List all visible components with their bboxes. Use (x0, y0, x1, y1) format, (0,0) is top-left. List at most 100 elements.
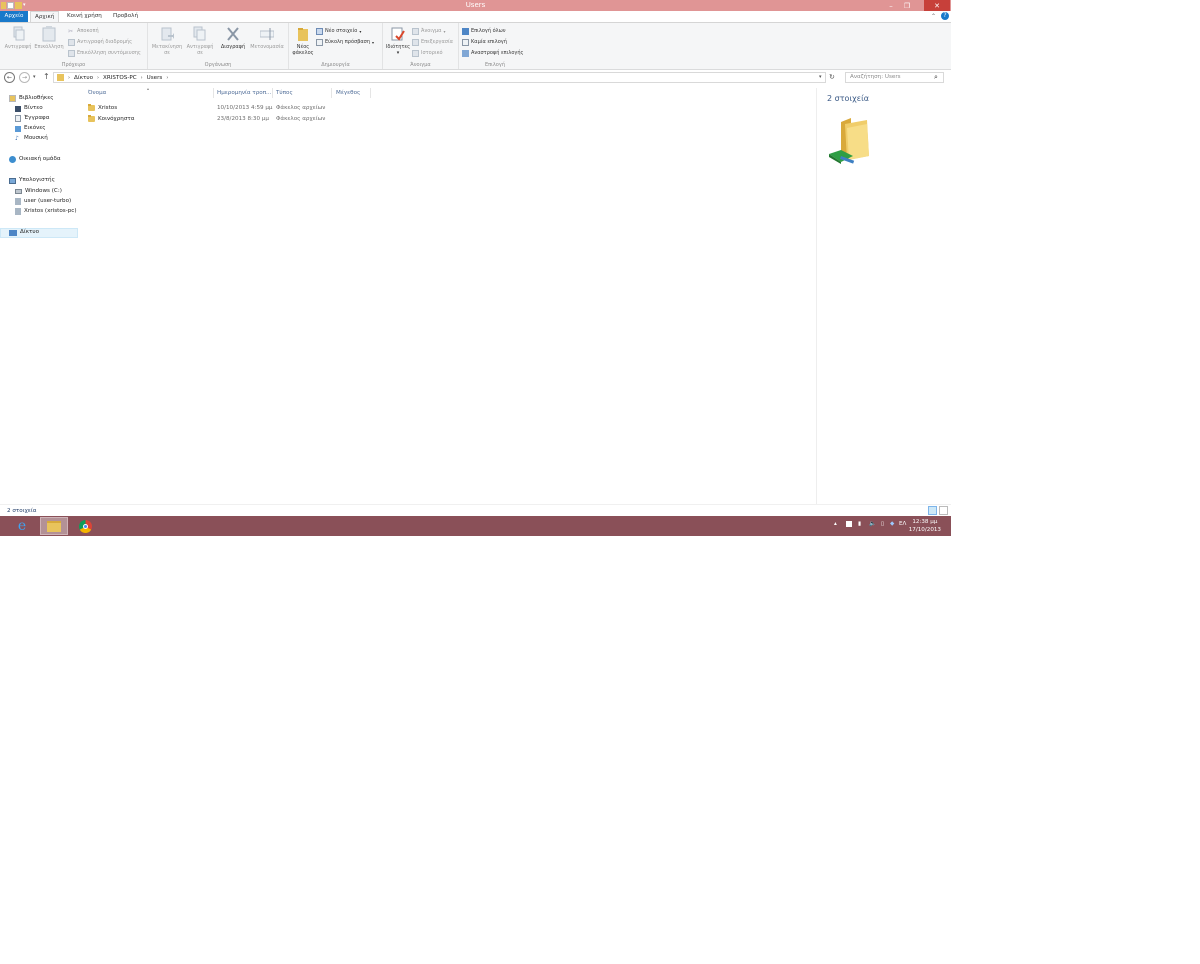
details-view-button[interactable] (928, 506, 937, 515)
breadcrumb-network[interactable]: Δίκτυο (74, 73, 93, 83)
column-divider[interactable] (370, 88, 371, 98)
column-header-size[interactable]: Μέγεθος (336, 90, 360, 96)
copy-to-icon (193, 26, 207, 42)
maximize-button[interactable]: ❐ (899, 0, 915, 11)
tab-share[interactable]: Κοινή χρήση (63, 11, 106, 22)
tab-view[interactable]: Προβολή (109, 11, 142, 22)
column-divider[interactable] (272, 88, 273, 98)
nav-item-pictures[interactable]: Εικόνες (15, 124, 46, 133)
address-bar[interactable]: › Δίκτυο › XRISTOS-PC › Users › (53, 72, 826, 83)
open-button[interactable]: Άνοιγμα ▾ (412, 27, 445, 36)
nav-item-user-turbo[interactable]: user (user-turbo) (15, 197, 71, 206)
file-name: Xristos (98, 105, 118, 111)
nav-item-libraries[interactable]: Βιβλιοθήκες (9, 94, 54, 103)
nav-item-computer[interactable]: Υπολογιστής (9, 176, 55, 185)
copy-to-button[interactable]: Αντιγραφή σε (184, 26, 216, 56)
taskbar-internet-explorer[interactable]: e (8, 517, 36, 535)
back-button[interactable]: ← (4, 72, 15, 83)
history-icon (412, 50, 419, 57)
address-dropdown-icon[interactable]: ▾ (819, 74, 822, 80)
action-center-flag-icon[interactable] (846, 521, 852, 527)
new-item-button[interactable]: Νέο στοιχείο ▾ (316, 27, 361, 36)
input-language[interactable]: ΕΛ (899, 521, 906, 527)
edit-button[interactable]: Επεξεργασία (412, 38, 453, 47)
select-group-label: Επιλογή (484, 62, 505, 68)
search-icon[interactable]: ⌕ (934, 73, 938, 82)
nav-item-music[interactable]: ♪ Μουσική (15, 134, 48, 143)
network-status-icon[interactable]: ▮ (858, 521, 861, 527)
file-row[interactable]: Xristos 10/10/2013 4:59 μμ Φάκελος αρχεί… (83, 104, 383, 114)
navigation-pane: Βιβλιοθήκες Βίντεο Έγγραφα Εικόνες ♪ Μου… (0, 88, 78, 504)
taskbar-chrome[interactable] (71, 517, 99, 535)
rename-button[interactable]: Μετονομασία (248, 26, 286, 50)
paste-shortcut-button[interactable]: Επικόλληση συντόμευσης (68, 49, 141, 58)
nav-item-network[interactable]: Δίκτυο (9, 228, 39, 237)
up-button[interactable]: ↑ (43, 72, 50, 81)
breadcrumb-xristos-pc[interactable]: XRISTOS-PC (103, 73, 137, 83)
refresh-icon[interactable]: ↻ (829, 73, 835, 81)
organize-group: Μετακίνηση σε Αντιγραφή σε Διαγραφή Μετο… (148, 23, 289, 69)
power-icon[interactable]: ▯ (881, 521, 884, 527)
document-icon (15, 115, 21, 122)
cut-button[interactable]: ✂ Αποκοπή (68, 27, 99, 36)
taskbar-file-explorer[interactable] (40, 517, 68, 535)
tab-file[interactable]: Αρχείο (0, 11, 28, 22)
delete-label: Διαγραφή (220, 44, 246, 50)
file-type: Φάκελος αρχείων (276, 116, 326, 122)
copy-to-label-line2: σε (197, 50, 203, 56)
recent-locations-dropdown-icon[interactable]: ▾ (33, 74, 36, 80)
title-bar[interactable]: ▾ Users – ❐ ✕ (0, 0, 951, 11)
file-row[interactable]: Κοινόχρηστα 23/8/2013 8:30 μμ Φάκελος αρ… (83, 115, 383, 125)
system-clock[interactable]: 12:38 μμ 17/10/2013 (909, 518, 941, 534)
new-group-label: Δημιουργία (321, 62, 350, 68)
new-folder-button[interactable]: Νέος φάκελος (290, 26, 316, 56)
close-button[interactable]: ✕ (924, 0, 950, 11)
volume-icon[interactable]: 🔈 (869, 521, 876, 527)
column-header-type[interactable]: Τύπος (276, 90, 293, 96)
delete-button[interactable]: Διαγραφή (218, 26, 248, 50)
history-button[interactable]: Ιστορικό (412, 49, 443, 58)
copy-path-button[interactable]: Αντιγραφή διαδρομής (68, 38, 132, 47)
copy-button[interactable]: Αντιγραφή (3, 26, 33, 50)
move-to-label-line2: σε (164, 50, 170, 56)
column-divider[interactable] (331, 88, 332, 98)
nav-item-videos[interactable]: Βίντεο (15, 104, 43, 113)
select-all-icon (462, 28, 469, 35)
tab-home[interactable]: Αρχική (30, 11, 60, 22)
column-header-name[interactable]: Όνομα (88, 90, 106, 96)
nav-item-label: Δίκτυο (20, 229, 40, 235)
column-header-date[interactable]: Ημερομηνία τροπ... (217, 90, 271, 96)
properties-button[interactable]: Ιδιότητες ▾ (384, 26, 412, 56)
new-item-label: Νέο στοιχείο (325, 28, 358, 34)
nav-item-drive-c[interactable]: Windows (C:) (15, 187, 62, 196)
minimize-button[interactable]: – (883, 0, 899, 11)
chrome-icon (78, 519, 92, 533)
invert-selection-button[interactable]: Αναστροφή επιλογής (462, 49, 523, 58)
ribbon-collapse-icon[interactable]: ⌃ (931, 13, 936, 20)
select-none-button[interactable]: Καμία επιλογή (462, 38, 507, 47)
column-divider[interactable] (213, 88, 214, 98)
show-hidden-icons-icon[interactable]: ▴ (834, 521, 837, 527)
forward-button[interactable]: → (19, 72, 30, 83)
large-icons-view-button[interactable] (939, 506, 948, 515)
nav-item-label: Xristos (xristos-pc) (24, 208, 77, 214)
dropbox-icon[interactable]: ◆ (890, 521, 894, 527)
easy-access-button[interactable]: Εύκολη πρόσβαση ▾ (316, 38, 374, 47)
breadcrumb-users[interactable]: Users (147, 73, 163, 83)
paste-button[interactable]: Επικόλληση (34, 26, 64, 50)
rename-icon (259, 26, 275, 42)
clock-date: 17/10/2013 (908, 527, 941, 533)
delete-x-icon (226, 26, 240, 42)
nav-item-documents[interactable]: Έγγραφα (15, 114, 49, 123)
computer-icon (9, 177, 16, 184)
open-group: Ιδιότητες ▾ Άνοιγμα ▾ Επεξεργασία Ιστορι… (383, 23, 459, 69)
help-icon[interactable]: ? (941, 12, 949, 20)
search-input[interactable]: Αναζήτηση: Users (845, 72, 944, 83)
select-all-button[interactable]: Επιλογή όλων (462, 27, 506, 36)
paste-shortcut-label: Επικόλληση συντόμευσης (77, 50, 141, 56)
nav-item-homegroup[interactable]: Οικιακή ομάδα (9, 155, 61, 164)
nav-item-label: Έγγραφα (24, 115, 50, 121)
move-to-button[interactable]: Μετακίνηση σε (150, 26, 184, 56)
nav-item-xristos-pc[interactable]: Xristos (xristos-pc) (15, 207, 77, 216)
network-location-icon (57, 74, 64, 81)
